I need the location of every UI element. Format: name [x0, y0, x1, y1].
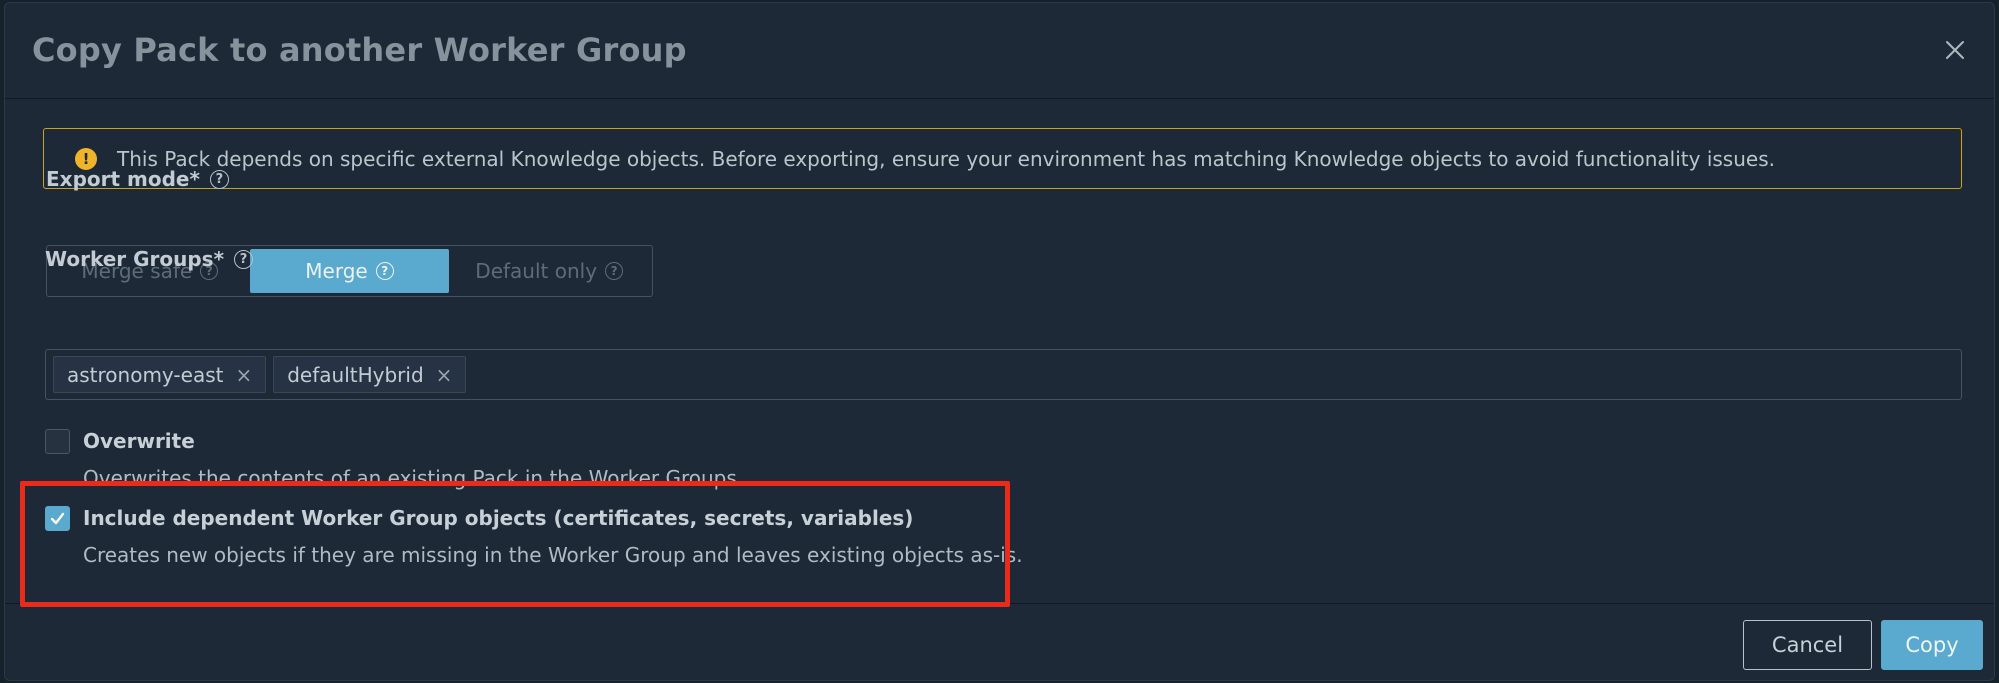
- worker-group-tag: astronomy-east ×: [53, 356, 267, 393]
- include-dependent-description: Creates new objects if they are missing …: [83, 543, 1023, 567]
- worker-groups-label-text: Worker Groups*: [45, 247, 225, 271]
- dialog-footer: Cancel Copy: [5, 603, 1994, 680]
- worker-groups-input[interactable]: astronomy-east × defaultHybrid ×: [45, 349, 1962, 400]
- overwrite-text: Overwrite Overwrites the contents of an …: [83, 429, 743, 490]
- cancel-button[interactable]: Cancel: [1743, 620, 1872, 670]
- copy-button[interactable]: Copy: [1881, 620, 1983, 670]
- tag-label: defaultHybrid: [287, 362, 424, 387]
- close-button[interactable]: [1940, 35, 1970, 65]
- remove-tag-icon[interactable]: ×: [436, 365, 453, 385]
- remove-tag-icon[interactable]: ×: [235, 365, 252, 385]
- close-icon: [1946, 41, 1964, 59]
- include-dependent-option: Include dependent Worker Group objects (…: [45, 506, 1023, 567]
- worker-groups-help-icon[interactable]: ?: [234, 249, 254, 269]
- worker-groups-label: Worker Groups* ?: [45, 247, 254, 271]
- dialog-title: Copy Pack to another Worker Group: [32, 31, 687, 69]
- worker-group-tag: defaultHybrid ×: [273, 356, 467, 393]
- include-dependent-title: Include dependent Worker Group objects (…: [83, 506, 914, 530]
- checkmark-icon: [50, 512, 65, 525]
- overwrite-checkbox[interactable]: [45, 429, 70, 454]
- overwrite-option: Overwrite Overwrites the contents of an …: [45, 429, 743, 490]
- include-dependent-checkbox[interactable]: [45, 506, 70, 531]
- dialog-body-fields: Worker Groups* ? astronomy-east × defaul…: [4, 99, 1995, 602]
- overwrite-title: Overwrite: [83, 429, 195, 453]
- dialog-header: Copy Pack to another Worker Group: [5, 3, 1994, 99]
- include-dependent-text: Include dependent Worker Group objects (…: [83, 506, 1023, 567]
- overwrite-description: Overwrites the contents of an existing P…: [83, 466, 744, 490]
- tag-label: astronomy-east: [67, 362, 224, 387]
